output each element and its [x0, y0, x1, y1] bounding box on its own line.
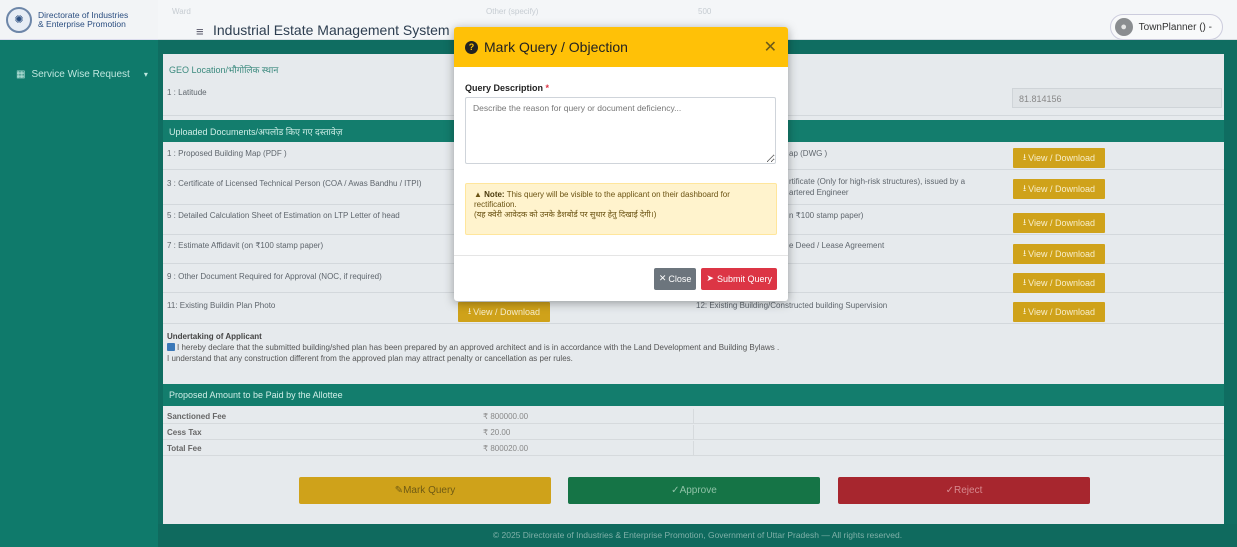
note-prefix: Note:: [484, 190, 505, 199]
download-icon: ⭳: [1022, 217, 1027, 227]
doc-label-5: 5 : Detailed Calculation Sheet of Estima…: [167, 211, 400, 220]
doc-label-12: 12: Existing Building/Constructed buildi…: [696, 301, 888, 310]
modal-body: Query Description * ▲ Note: This query w…: [454, 67, 788, 235]
fee-key: Cess Tax: [167, 428, 202, 437]
download-label: View / Download: [1028, 278, 1096, 288]
download-icon: ⭳: [1022, 248, 1027, 258]
fee-value: ₹ 800000.00: [483, 412, 529, 421]
ghost-label-500: 500: [698, 7, 712, 16]
download-label: View / Download: [1028, 307, 1096, 317]
latitude-label: 1 : Latitude: [167, 88, 207, 97]
edit-icon: ✎: [394, 485, 404, 496]
doc-label-2: ap (DWG ): [789, 149, 828, 158]
grid-icon: ▦: [16, 68, 26, 80]
undertaking-line1: I hereby declare that the submitted buil…: [177, 343, 780, 352]
user-name: TownPlanner () -: [1138, 21, 1212, 33]
download-icon: ⭳: [1022, 183, 1027, 193]
fee-key: Total Fee: [167, 444, 202, 453]
download-button-8[interactable]: ⭳ View / Download: [1013, 244, 1105, 264]
download-button-11[interactable]: ⭳ View / Download: [458, 302, 550, 322]
modal-footer: ✕ Close ➤ Submit Query: [454, 255, 788, 301]
user-avatar-icon: ●: [1114, 18, 1133, 36]
doc-label-6: n ₹100 stamp paper): [789, 211, 864, 220]
check-icon: ✓: [945, 485, 955, 496]
download-button-6[interactable]: ⭳ View / Download: [1013, 213, 1105, 233]
doc-label-1: 1 : Proposed Building Map (PDF ): [167, 149, 287, 158]
approve-button[interactable]: ✓ Approve: [568, 477, 820, 504]
check-icon: ✓: [671, 485, 680, 496]
download-icon: ⭳: [467, 306, 472, 316]
doc-label-3: 3 : Certificate of Licensed Technical Pe…: [167, 179, 422, 188]
reject-button[interactable]: ✓ Reject: [838, 477, 1090, 504]
fee-value: ₹ 800020.00: [483, 444, 529, 453]
undertaking-checkbox[interactable]: [167, 343, 175, 351]
fee-row-cess: Cess Tax ₹ 20.00: [163, 425, 1224, 440]
mark-query-modal: ? Mark Query / Objection ✕ Query Descrip…: [454, 27, 788, 301]
sidebar-item-label: Service Wise Request: [31, 68, 130, 80]
submit-query-button[interactable]: ➤ Submit Query: [701, 267, 777, 290]
warning-icon: ▲: [474, 190, 482, 199]
download-button-2[interactable]: ⭳ View / Download: [1013, 148, 1105, 168]
ghost-label-other: Other (specify): [486, 7, 539, 16]
fee-key: Sanctioned Fee: [167, 412, 227, 421]
user-menu[interactable]: ● TownPlanner () -: [1109, 14, 1223, 40]
undertaking-section: Undertaking of Applicant I hereby declar…: [167, 331, 779, 364]
brand-line2: & Enterprise Promotion: [38, 18, 126, 29]
sidebar: ✺ Directorate of Industries & Enterprise…: [0, 0, 158, 547]
send-icon: ➤: [706, 273, 714, 283]
fees-heading: Proposed Amount to be Paid by the Allott…: [163, 384, 1224, 406]
doc-label-8: e Deed / Lease Agreement: [789, 241, 885, 250]
doc-label-4a: rtificate (Only for high-risk structures…: [789, 177, 966, 186]
download-label: View / Download: [473, 307, 541, 317]
longitude-value: 81.814156: [1012, 88, 1222, 108]
close-button[interactable]: ✕ Close: [653, 267, 697, 290]
fee-row-total: Total Fee ₹ 800020.00: [163, 441, 1224, 456]
modal-title: Mark Query / Objection: [484, 39, 628, 55]
required-asterisk: *: [545, 83, 550, 93]
download-icon: ⭳: [1022, 306, 1027, 316]
menu-icon[interactable]: ≡: [196, 24, 204, 39]
download-label: View / Download: [1028, 249, 1096, 259]
doc-label-4b: artered Engineer: [789, 188, 849, 197]
undertaking-title: Undertaking of Applicant: [167, 332, 262, 341]
x-icon: ✕: [658, 273, 667, 283]
download-button-4[interactable]: ⭳ View / Download: [1013, 179, 1105, 199]
fee-value: ₹ 20.00: [483, 428, 511, 437]
chevron-down-icon: ▾: [143, 69, 148, 79]
download-label: View / Download: [1028, 218, 1096, 228]
download-button-10[interactable]: ⭳ View / Download: [1013, 273, 1105, 293]
footer: © 2025 Directorate of Industries & Enter…: [158, 524, 1237, 547]
up-emblem-icon: ✺: [6, 6, 32, 33]
download-icon: ⭳: [1022, 152, 1027, 162]
ghost-label-ward: Ward: [172, 7, 191, 16]
download-label: View / Download: [1028, 184, 1096, 194]
close-icon[interactable]: ✕: [764, 37, 777, 57]
query-description-input[interactable]: [465, 97, 776, 164]
app-title: Industrial Estate Management System: [213, 22, 450, 38]
undertaking-line2: I understand that any construction diffe…: [167, 354, 573, 363]
download-button-12[interactable]: ⭳ View / Download: [1013, 302, 1105, 322]
query-description-label: Query Description *: [465, 83, 550, 93]
sidebar-item-service-wise-request[interactable]: ▦ Service Wise Request ▾: [0, 64, 158, 84]
modal-header: ? Mark Query / Objection ✕: [454, 27, 788, 67]
doc-label-9: 9 : Other Document Required for Approval…: [167, 272, 382, 281]
brand[interactable]: ✺ Directorate of Industries & Enterprise…: [0, 0, 158, 40]
download-label: View / Download: [1028, 153, 1096, 163]
note-box: ▲ Note: This query will be visible to th…: [465, 183, 777, 235]
note-text: This query will be visible to the applic…: [474, 190, 730, 209]
fee-row-sanctioned: Sanctioned Fee ₹ 800000.00: [163, 409, 1224, 424]
doc-label-11: 11: Existing Buildin Plan Photo: [167, 301, 276, 310]
question-circle-icon: ?: [465, 40, 478, 54]
mark-query-button[interactable]: ✎ Mark Query: [299, 477, 551, 504]
doc-label-7: 7 : Estimate Affidavit (on ₹100 stamp pa…: [167, 241, 324, 250]
note-hindi: (यह क्वेरी आवेदक को उनके डैशबोर्ड पर सुध…: [474, 210, 657, 219]
download-icon: ⭳: [1022, 277, 1027, 287]
